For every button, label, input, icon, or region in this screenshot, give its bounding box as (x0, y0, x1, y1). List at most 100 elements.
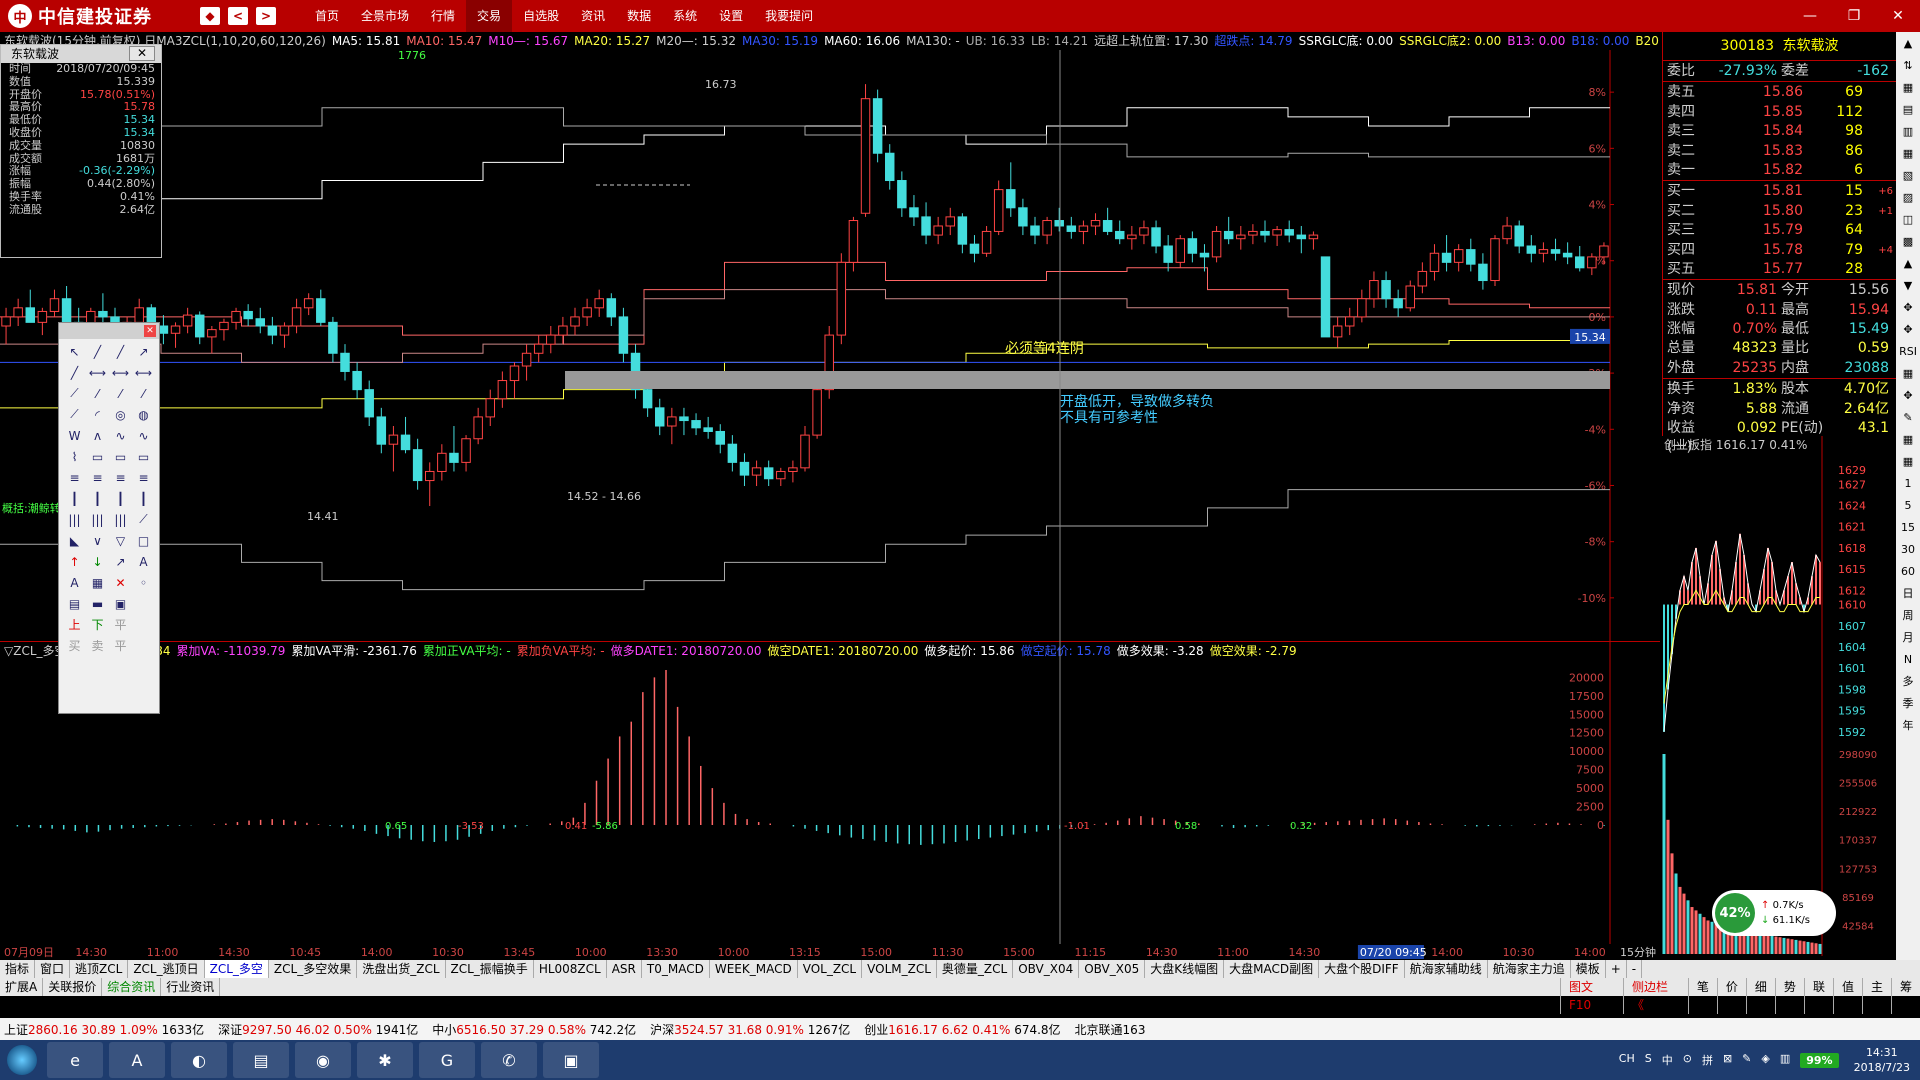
right-tab[interactable]: 笔 (1687, 978, 1717, 1014)
draw-tool-icon[interactable]: A (132, 551, 155, 572)
taskbar-app-icon[interactable]: G (419, 1042, 475, 1078)
indicator-tab[interactable]: 指标 (0, 960, 36, 978)
indicator-tab[interactable]: - (1627, 960, 1643, 978)
sell-order-row[interactable]: 卖四 15.85 112 (1663, 103, 1896, 122)
draw-tool-icon[interactable]: ▬ (86, 593, 109, 614)
sell-order-row[interactable]: 卖五 15.86 69 (1663, 83, 1896, 102)
index-quote[interactable]: 深证9297.50 46.02 0.50% 1941亿 (218, 1021, 418, 1038)
taskbar-app-icon[interactable]: ✆ (481, 1042, 537, 1078)
draw-tool-icon[interactable]: ↑ (63, 551, 86, 572)
side-tool-icon[interactable]: ▦ (1896, 142, 1920, 164)
indicator-tab[interactable]: 窗口 (35, 960, 71, 978)
draw-tool-icon[interactable]: ||| (86, 509, 109, 530)
close-icon[interactable]: ✕ (144, 325, 156, 337)
side-tool-icon[interactable]: 60 (1896, 560, 1920, 582)
draw-tool-icon[interactable]: ╱ (63, 362, 86, 383)
buy-order-row[interactable]: 买五 15.77 28 (1663, 260, 1896, 279)
indicator-tab[interactable]: 奥德量_ZCL (937, 960, 1014, 978)
draw-tool-icon[interactable] (132, 635, 155, 656)
side-tool-icon[interactable]: ▧ (1896, 164, 1920, 186)
indicator-tab[interactable]: + (1606, 960, 1627, 978)
tray-icon[interactable]: 中 (1662, 1052, 1673, 1068)
battery-indicator[interactable]: 99% (1800, 1052, 1839, 1068)
indicator-tab[interactable]: VOLM_ZCL (862, 960, 937, 978)
draw-tool-icon[interactable]: ≡ (132, 467, 155, 488)
restore-icon[interactable]: ❐ (1832, 0, 1876, 32)
side-tool-icon[interactable]: ✥ (1896, 384, 1920, 406)
indicator-tab[interactable]: 模板 (1571, 960, 1606, 978)
draw-tool-icon[interactable]: 卖 (86, 635, 109, 656)
taskbar-app-icon[interactable]: ◉ (295, 1042, 351, 1078)
right-tab[interactable]: 值 (1832, 978, 1862, 1014)
taskbar-app-icon[interactable]: ✱ (357, 1042, 413, 1078)
menu-item-2[interactable]: 行情 (420, 0, 466, 32)
close-icon[interactable]: ✕ (1876, 0, 1920, 32)
side-tool-icon[interactable]: ▼ (1896, 274, 1920, 296)
back-button[interactable]: < (228, 7, 248, 25)
taskbar-app-icon[interactable]: ▣ (543, 1042, 599, 1078)
draw-tool-icon[interactable]: ⟷ (109, 362, 132, 383)
draw-tool-icon[interactable]: W (63, 425, 86, 446)
draw-tool-icon[interactable]: A (63, 572, 86, 593)
indicator-tab[interactable]: OBV_X04 (1013, 960, 1080, 978)
menu-item-3[interactable]: 交易 (466, 0, 513, 32)
index-quote[interactable]: 创业1616.17 6.62 0.41% 674.8亿 (864, 1021, 1060, 1038)
draw-tool-icon[interactable]: 下 (86, 614, 109, 635)
draw-tool-icon[interactable]: ⁄ (109, 383, 132, 404)
draw-tool-icon[interactable]: ∨ (86, 530, 109, 551)
side-tool-icon[interactable]: 年 (1896, 714, 1920, 736)
side-tool-icon[interactable]: RSI (1896, 340, 1920, 362)
draw-tool-icon[interactable]: ╱ (86, 341, 109, 362)
side-tool-icon[interactable]: ✥ (1896, 296, 1920, 318)
taskbar-app-icon[interactable]: ▤ (233, 1042, 289, 1078)
draw-tool-icon[interactable]: ▽ (109, 530, 132, 551)
side-tool-icon[interactable]: ✥ (1896, 318, 1920, 340)
side-tool-icon[interactable]: ▦ (1896, 428, 1920, 450)
side-tool-icon[interactable]: ▥ (1896, 120, 1920, 142)
clock[interactable]: 14:31 2018/7/23 (1854, 1045, 1910, 1075)
draw-tool-icon[interactable]: □ (132, 530, 155, 551)
indicator-tab[interactable]: OBV_X05 (1079, 960, 1146, 978)
indicator-tab[interactable]: 逃顶ZCL (70, 960, 129, 978)
tools-header[interactable]: ✕ (59, 323, 159, 339)
sell-order-row[interactable]: 卖一 15.82 6 (1663, 161, 1896, 180)
buy-order-row[interactable]: 买二 15.80 23 +1 (1663, 202, 1896, 221)
side-tool-icon[interactable]: 月 (1896, 626, 1920, 648)
taskbar-app-icon[interactable]: ◐ (171, 1042, 227, 1078)
menu-item-0[interactable]: 首页 (304, 0, 350, 32)
tray-icon[interactable]: S (1645, 1052, 1652, 1068)
side-tool-icon[interactable]: ✎ (1896, 406, 1920, 428)
tray-icon[interactable]: ◈ (1761, 1052, 1769, 1068)
draw-tool-icon[interactable]: ▤ (63, 593, 86, 614)
side-tool-icon[interactable]: 季 (1896, 692, 1920, 714)
side-tool-icon[interactable]: 15 (1896, 516, 1920, 538)
drawing-tools-panel[interactable]: ✕ ↖ ╱ ╱ ↗ ╱ ⟷ ⟷ ⟷ ⟋ ⁄ ⁄ ⁄ ⟋ ◜ ◎ ◍ Wʌ ∿ ∿ ⌇ ▭ ▭ ▭ ≡ ≡ ≡ ≡ ┃ ┃ ┃ ┃ ||| |||… (58, 322, 160, 714)
draw-tool-icon[interactable]: ↗ (109, 551, 132, 572)
indicator-tab[interactable]: T0_MACD (642, 960, 710, 978)
side-tool-icon[interactable]: N (1896, 648, 1920, 670)
draw-tool-icon[interactable]: ╱ (109, 341, 132, 362)
side-tool-icon[interactable]: ▤ (1896, 98, 1920, 120)
right-tab[interactable]: 势 (1774, 978, 1804, 1014)
side-tool-icon[interactable]: ▩ (1896, 230, 1920, 252)
home-icon[interactable]: ◆ (200, 7, 220, 25)
draw-tool-icon[interactable]: ◎ (109, 404, 132, 425)
draw-tool-icon[interactable]: ⌇ (63, 446, 86, 467)
draw-tool-icon[interactable]: ≡ (63, 467, 86, 488)
side-tool-icon[interactable]: 5 (1896, 494, 1920, 516)
tray-icon[interactable]: CH (1619, 1052, 1635, 1068)
side-tool-icon[interactable]: ▲ (1896, 32, 1920, 54)
draw-tool-icon[interactable]: ┃ (132, 488, 155, 509)
right-tab[interactable]: 联 (1803, 978, 1833, 1014)
kline-main-chart[interactable]: 8%6%4%2%0%-2%-4%-6%-8%-10%15.34必须等4连阴开盘低… (0, 50, 1660, 640)
indicator-tab[interactable]: ZCL_多空效果 (269, 960, 358, 978)
info-tab[interactable]: 关联报价 (43, 978, 103, 996)
sell-order-row[interactable]: 卖三 15.84 98 (1663, 122, 1896, 141)
right-tab[interactable]: 图文F10 (1560, 978, 1623, 1014)
indicator-tab[interactable]: ZCL_逃顶日 (128, 960, 205, 978)
draw-tool-icon[interactable]: ||| (63, 509, 86, 530)
draw-tool-icon[interactable]: ⟋ (63, 383, 86, 404)
close-icon[interactable]: ✕ (129, 46, 155, 61)
forward-button[interactable]: > (256, 7, 276, 25)
draw-tool-icon[interactable]: ⟷ (86, 362, 109, 383)
